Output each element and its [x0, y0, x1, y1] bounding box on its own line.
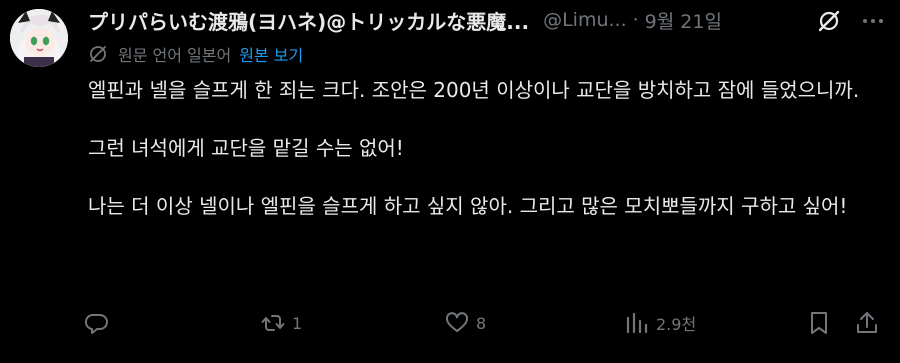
- tweet-paragraph: 엘핀과 넬을 슬프게 한 죄는 크다. 조안은 200년 이상이나 교단을 방치…: [88, 78, 860, 102]
- tweet-header: プリパらいむ渡鴉(ヨハネ)@トリッカルな悪魔... @Limu... · 9월 …: [88, 6, 888, 34]
- translation-bar: 원문 언어 일본어 원본 보기: [88, 42, 303, 66]
- views-count: 2.9천: [656, 315, 697, 334]
- post-date[interactable]: 9월 21일: [645, 7, 722, 34]
- separator-dot: ·: [632, 9, 639, 31]
- translation-note: 원문 언어 일본어: [118, 46, 232, 65]
- views-icon: [626, 312, 648, 334]
- display-name[interactable]: プリパらいむ渡鴉(ヨハネ)@トリッカルな悪魔...: [88, 6, 529, 35]
- show-original-link[interactable]: 원본 보기: [239, 42, 303, 66]
- reply-icon: [84, 313, 108, 334]
- reply-button[interactable]: [84, 310, 110, 336]
- heart-icon: [445, 312, 469, 332]
- more-options-icon[interactable]: [860, 8, 886, 34]
- views-button[interactable]: 2.9천: [624, 310, 696, 336]
- avatar[interactable]: [10, 9, 68, 67]
- retweet-icon: [261, 315, 285, 331]
- tweet[interactable]: プリパらいむ渡鴉(ヨハネ)@トリッカルな悪魔... @Limu... · 9월 …: [0, 0, 900, 363]
- like-count: 8: [476, 313, 487, 333]
- user-handle[interactable]: @Limu...: [543, 9, 627, 31]
- grok-icon[interactable]: [816, 8, 842, 34]
- retweet-button[interactable]: 1: [260, 310, 302, 336]
- tweet-paragraph: 나는 더 이상 넬이나 엘핀을 슬프게 하고 싶지 않아. 그리고 많은 모치뽀…: [88, 194, 848, 218]
- bookmark-button[interactable]: [806, 310, 832, 336]
- action-bar: 1 8 2.9천: [84, 310, 884, 340]
- tweet-text: 엘핀과 넬을 슬프게 한 죄는 크다. 조안은 200년 이상이나 교단을 방치…: [88, 76, 888, 221]
- share-button[interactable]: [854, 310, 880, 336]
- tweet-paragraph: 그런 녀석에게 교단을 맡길 수는 없어!: [88, 136, 404, 160]
- retweet-count: 1: [292, 313, 303, 333]
- share-icon: [857, 312, 877, 333]
- like-button[interactable]: 8: [444, 310, 486, 336]
- translate-icon: [90, 46, 106, 62]
- bookmark-icon: [811, 312, 827, 334]
